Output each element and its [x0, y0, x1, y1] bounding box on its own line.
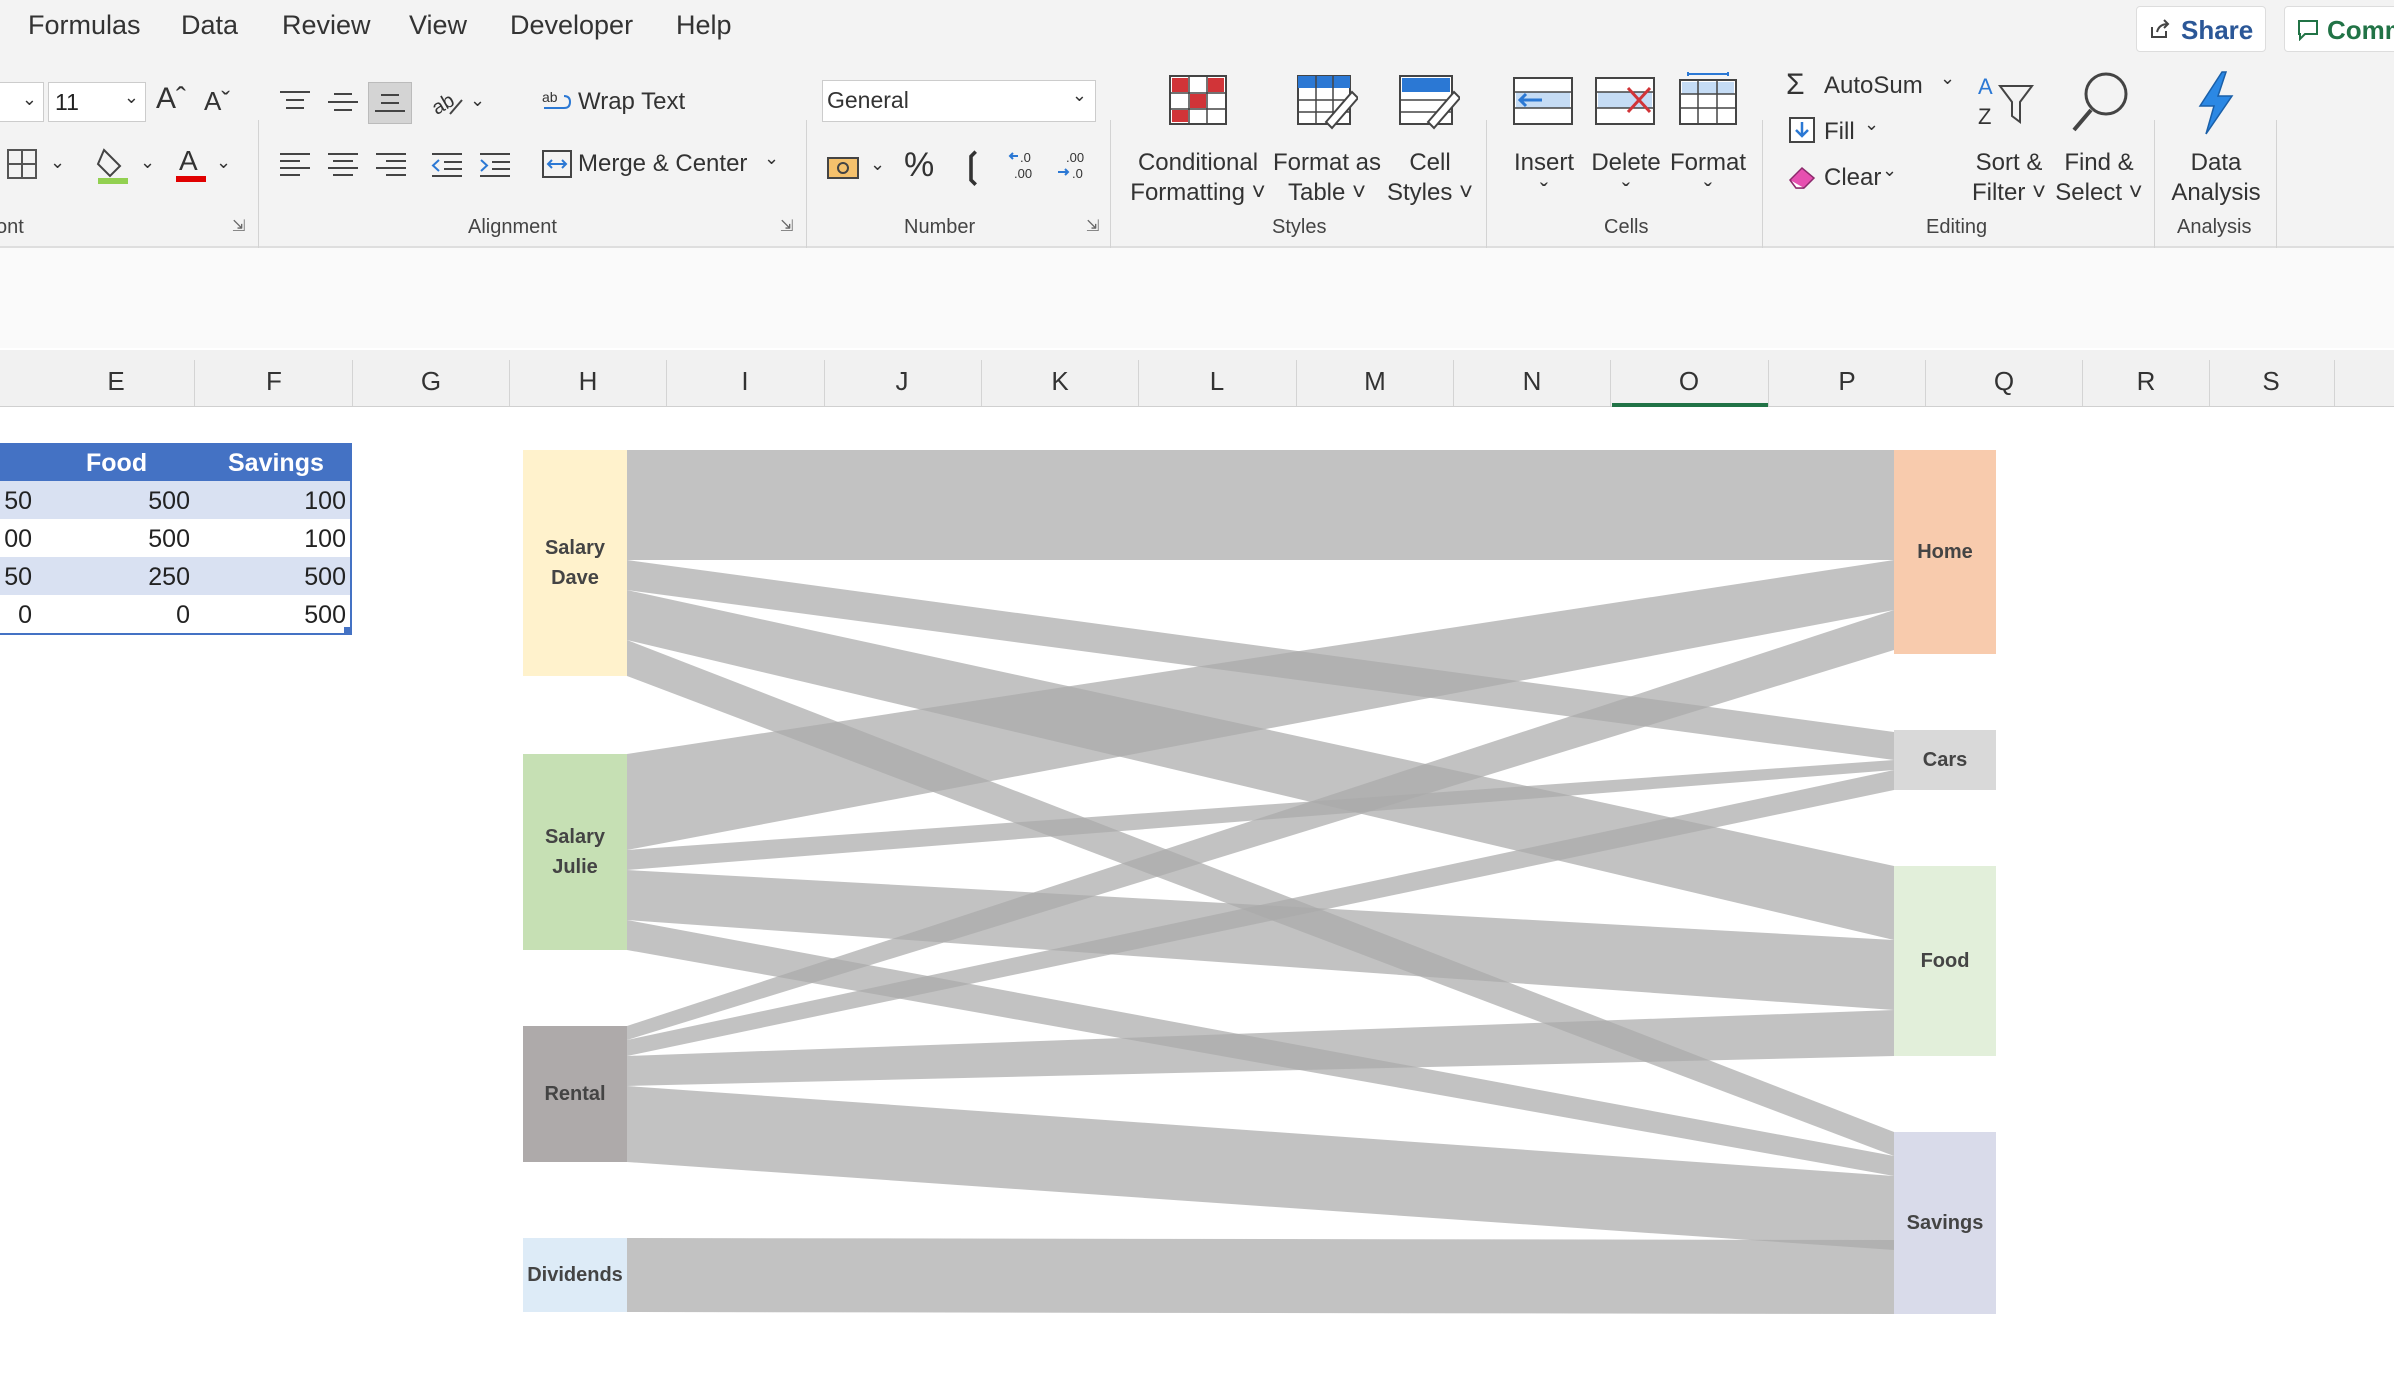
target-node-label: Food	[1894, 946, 1996, 976]
sankey-chart[interactable]	[0, 0, 2394, 1374]
source-node-label-line: Julie	[552, 856, 598, 878]
sankey-flows	[627, 450, 1894, 1314]
target-node-label-line: Home	[1917, 541, 1973, 563]
target-node-label-line: Cars	[1922, 749, 1968, 771]
source-node-label: Dividends	[523, 1260, 627, 1290]
target-node-label: Home	[1894, 537, 1996, 567]
source-node-label-line: Dave	[551, 567, 599, 589]
target-node-label: Cars	[1894, 745, 1996, 775]
source-node-label: Salary Dave	[523, 533, 627, 593]
source-node-label: Rental	[523, 1079, 627, 1109]
source-node-label: Salary Julie	[523, 822, 627, 882]
source-node-label-line: Dividends	[527, 1264, 623, 1286]
sankey-flow-band[interactable]	[627, 1086, 1894, 1250]
target-node-label-line: Food	[1920, 950, 1970, 972]
source-node-label-line: Rental	[544, 1083, 606, 1105]
target-node-label-line: Savings	[1906, 1212, 1984, 1234]
source-node-label-line: Salary	[544, 537, 606, 559]
sankey-flow-band[interactable]	[627, 1238, 1894, 1314]
target-node-label: Savings	[1894, 1208, 1996, 1238]
sankey-flow-band[interactable]	[627, 450, 1894, 560]
source-node-label-line: Salary	[544, 826, 606, 848]
